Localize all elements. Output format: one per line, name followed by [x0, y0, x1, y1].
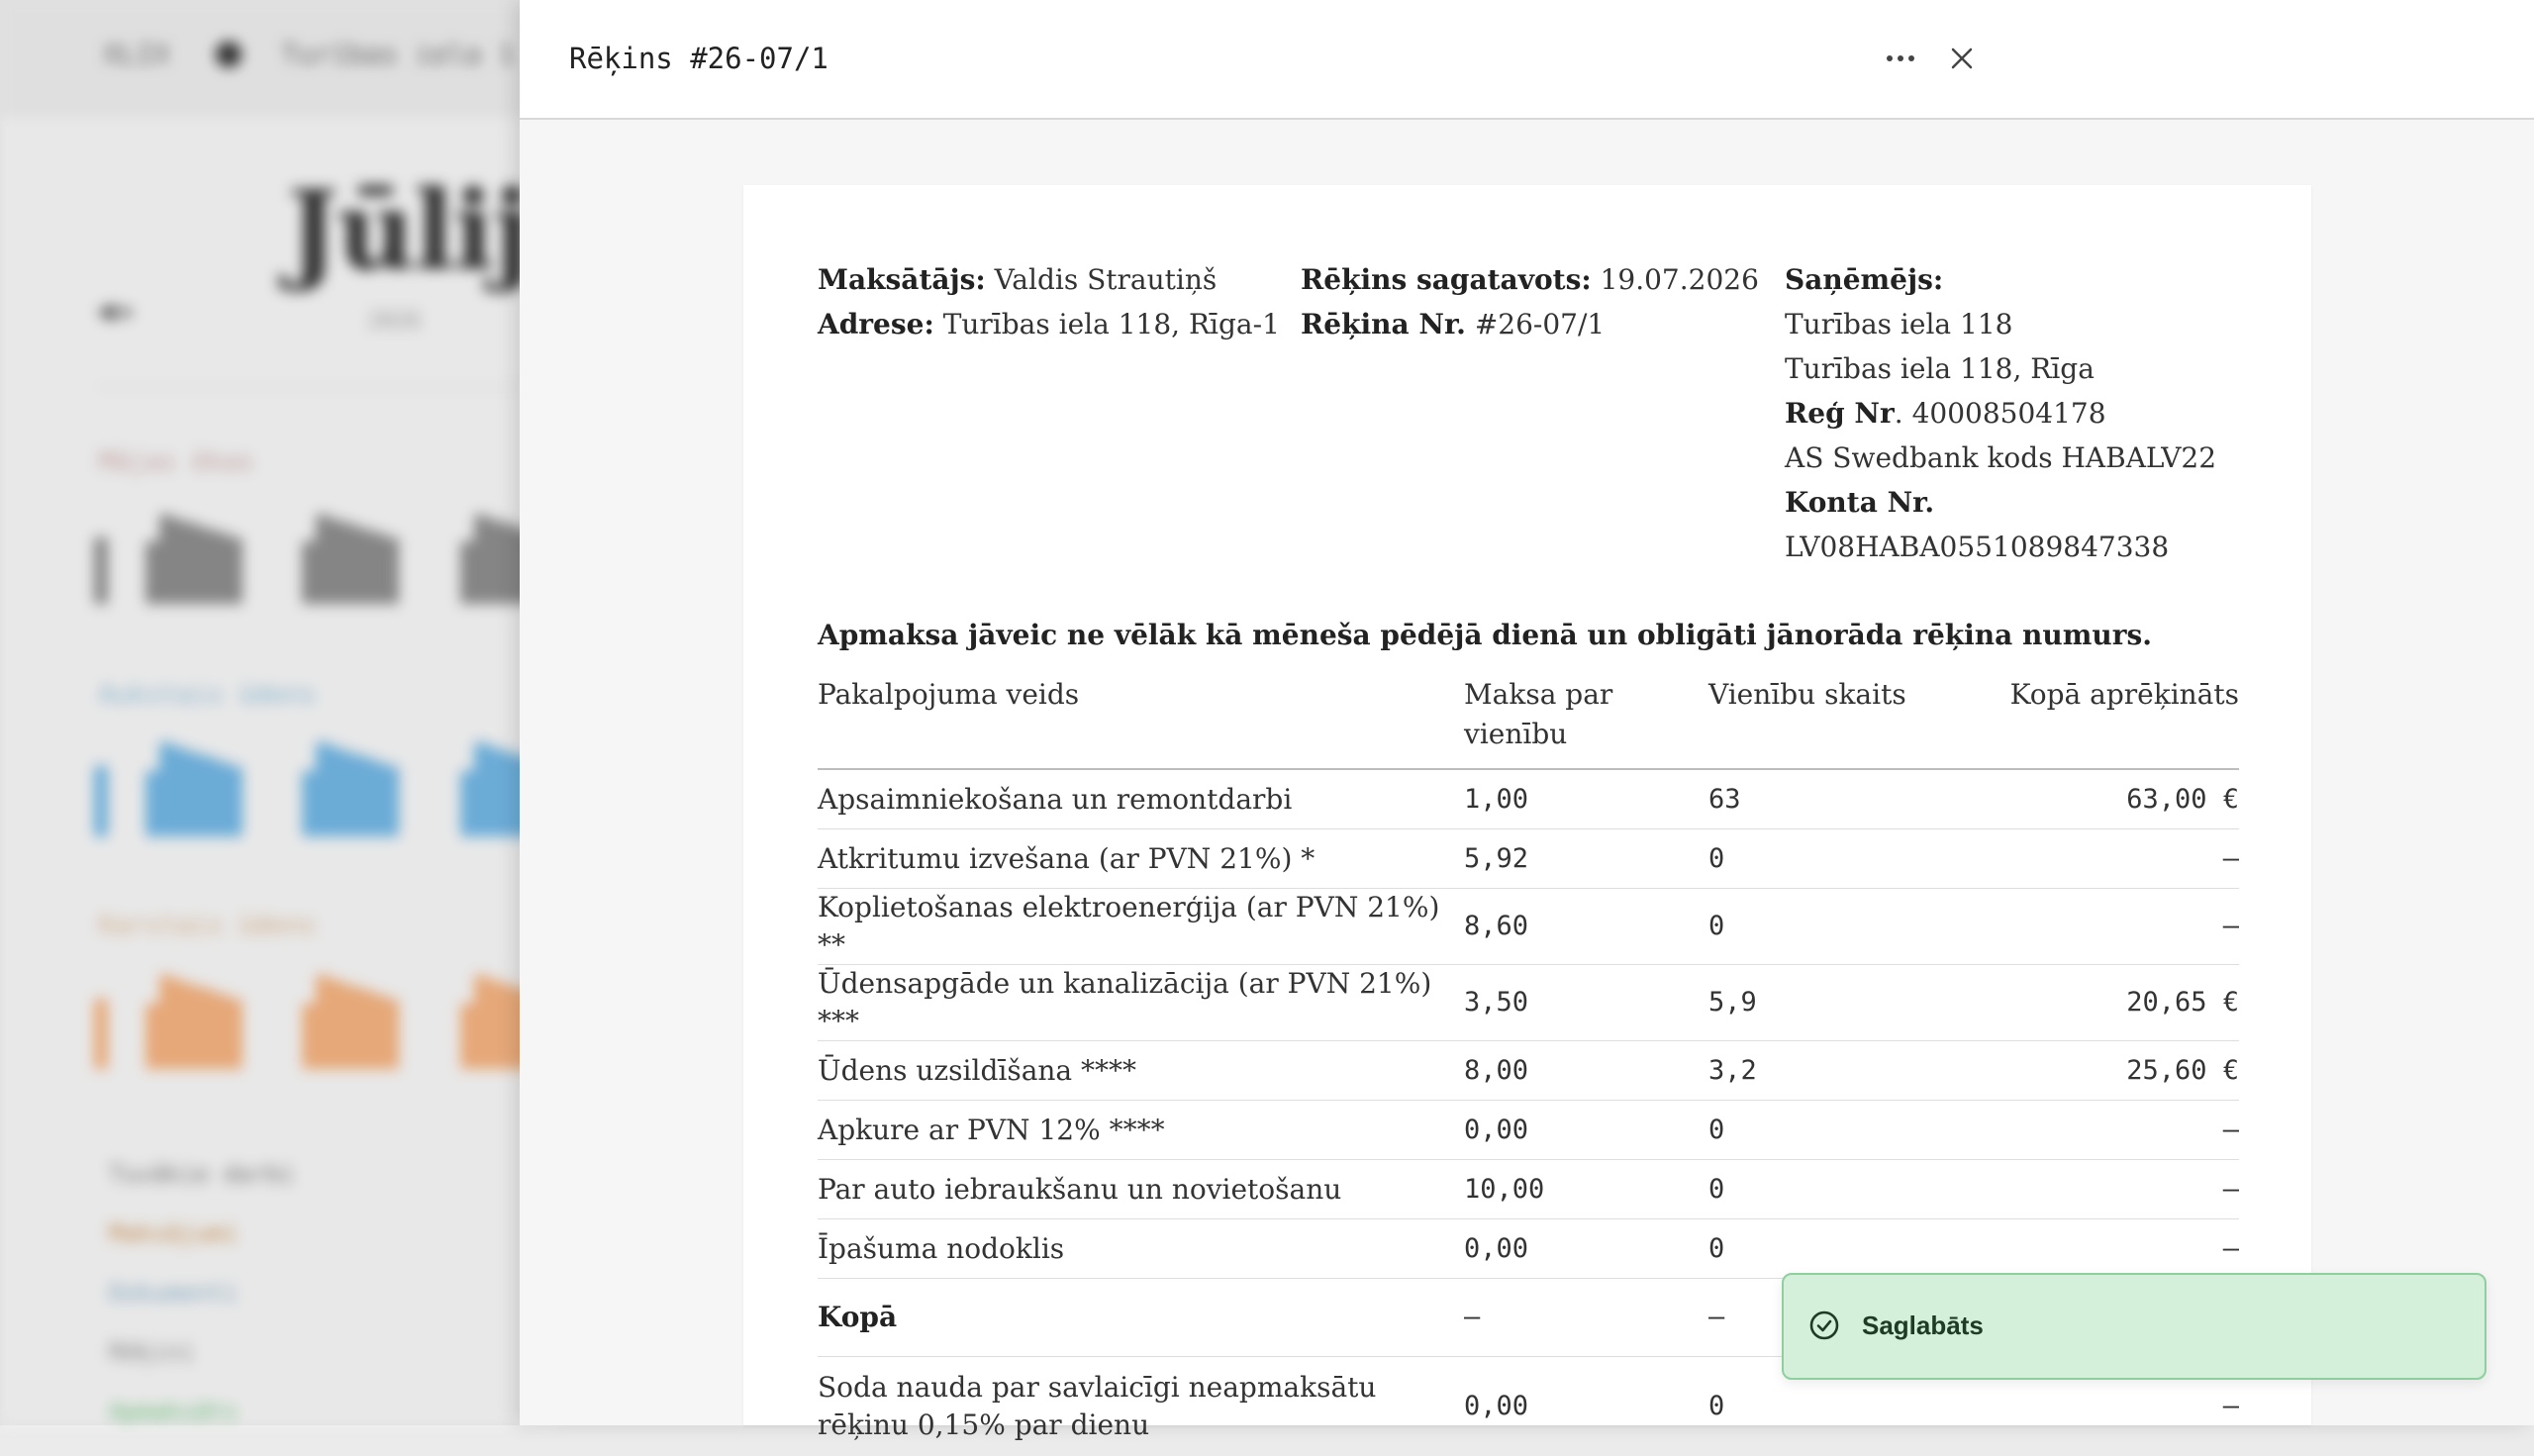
unit-price: 1,00 — [1464, 769, 1708, 829]
col-header-total: Kopā aprēķināts — [1966, 675, 2239, 769]
service-name: Koplietošanas elektroenerģija (ar PVN 21… — [818, 889, 1464, 965]
unit-price: 8,00 — [1464, 1041, 1708, 1101]
service-name: Apkure ar PVN 12% **** — [818, 1101, 1464, 1160]
invoice-document: Maksātājs: Valdis Strautiņš Adrese: Turī… — [743, 185, 2311, 1425]
invoice-number-value: #26-07/1 — [1475, 308, 1605, 340]
unit-price: 8,60 — [1464, 889, 1708, 965]
check-circle-icon — [1807, 1309, 1841, 1342]
payer-line: Maksātājs: Valdis Strautiņš — [818, 263, 1217, 296]
payer-label: Maksātājs: — [818, 263, 986, 296]
account-value: LV08HABA0551089847338 — [1785, 531, 2169, 563]
row-total: 20,65 € — [1966, 965, 2239, 1041]
panel-title: Rēķins #26-07/1 — [569, 42, 828, 75]
row-total: — — [1966, 1160, 2239, 1219]
payment-notice: Apmaksa jāveic ne vēlāk kā mēneša pēdējā… — [818, 619, 2152, 651]
payer-value: Valdis Strautiņš — [995, 263, 1218, 296]
total-unit-price: — — [1464, 1279, 1708, 1357]
service-name: Īpašuma nodoklis — [818, 1219, 1464, 1279]
table-row: Koplietošanas elektroenerģija (ar PVN 21… — [818, 889, 2239, 965]
more-options-button[interactable] — [1876, 34, 1925, 83]
recipient-line2: Turības iela 118, Rīga — [1785, 352, 2095, 385]
table-header-row: Pakalpojuma veids Maksa par vienību Vien… — [818, 675, 2239, 769]
recipient-line1: Turības iela 118 — [1785, 308, 2012, 340]
quantity: 0 — [1708, 829, 1966, 889]
unit-price: 3,50 — [1464, 965, 1708, 1041]
service-name: Par auto iebraukšanu un novietošanu — [818, 1160, 1464, 1219]
penalty-name: Soda nauda par savlaicīgi neapmaksātu rē… — [818, 1357, 1464, 1456]
row-total: — — [1966, 1101, 2239, 1160]
address-line: Adrese: Turības iela 118, Rīga-1 — [818, 308, 1280, 340]
account-label: Konta Nr. — [1785, 486, 1934, 519]
quantity: 0 — [1708, 1101, 1966, 1160]
saved-toast[interactable]: Saglabāts — [1782, 1273, 2486, 1380]
table-row: Ūdensapgāde un kanalizācija (ar PVN 21%)… — [818, 965, 2239, 1041]
unit-price: 0,00 — [1464, 1101, 1708, 1160]
bank-line: AS Swedbank kods HABALV22 — [1785, 441, 2216, 474]
account-label-line: Konta Nr. — [1785, 486, 1934, 519]
recipient-label: Saņēmējs: — [1785, 263, 1943, 296]
reg-number-line: Reģ Nr. 40008504178 — [1785, 397, 2106, 430]
row-total: 25,60 € — [1966, 1041, 2239, 1101]
total-label: Kopā — [818, 1279, 1464, 1357]
reg-number-value: . 40008504178 — [1895, 397, 2106, 430]
col-header-service: Pakalpojuma veids — [818, 675, 1464, 769]
more-horizontal-icon — [1886, 53, 1915, 63]
unit-price: 10,00 — [1464, 1160, 1708, 1219]
table-row: Par auto iebraukšanu un novietošanu 10,0… — [818, 1160, 2239, 1219]
service-name: Atkritumu izvešana (ar PVN 21%) * — [818, 829, 1464, 889]
row-total: — — [1966, 1219, 2239, 1279]
table-row: Ūdens uzsildīšana **** 8,00 3,2 25,60 € — [818, 1041, 2239, 1101]
service-name: Ūdensapgāde un kanalizācija (ar PVN 21%)… — [818, 965, 1464, 1041]
table-row: Apsaimniekošana un remontdarbi 1,00 63 6… — [818, 769, 2239, 829]
quantity: 0 — [1708, 1160, 1966, 1219]
invoice-number-line: Rēķina Nr. #26-07/1 — [1301, 308, 1605, 340]
row-total: 63,00 € — [1966, 769, 2239, 829]
service-name: Ūdens uzsildīšana **** — [818, 1041, 1464, 1101]
reg-number-label: Reģ Nr — [1785, 397, 1895, 430]
quantity: 0 — [1708, 889, 1966, 965]
prepared-value: 19.07.2026 — [1601, 263, 1759, 296]
unit-price: 0,00 — [1464, 1219, 1708, 1279]
quantity: 5,9 — [1708, 965, 1966, 1041]
penalty-unit-price: 0,00 — [1464, 1357, 1708, 1456]
toast-message: Saglabāts — [1862, 1310, 1984, 1341]
invoice-number-label: Rēķina Nr. — [1301, 308, 1466, 340]
table-row: Apkure ar PVN 12% **** 0,00 0 — — [818, 1101, 2239, 1160]
close-button[interactable] — [1937, 34, 1987, 83]
table-row: Īpašuma nodoklis 0,00 0 — — [818, 1219, 2239, 1279]
table-row: Atkritumu izvešana (ar PVN 21%) * 5,92 0… — [818, 829, 2239, 889]
row-total: — — [1966, 829, 2239, 889]
row-total: — — [1966, 889, 2239, 965]
address-label: Adrese: — [818, 308, 934, 340]
col-header-unit-price: Maksa par vienību — [1464, 675, 1708, 769]
unit-price: 5,92 — [1464, 829, 1708, 889]
address-value: Turības iela 118, Rīga-1 — [943, 308, 1280, 340]
prepared-line: Rēķins sagatavots: 19.07.2026 — [1301, 263, 1759, 296]
quantity: 0 — [1708, 1219, 1966, 1279]
recipient-label-line: Saņēmējs: — [1785, 263, 1943, 296]
close-icon — [1950, 47, 1974, 70]
quantity: 3,2 — [1708, 1041, 1966, 1101]
panel-header: Rēķins #26-07/1 — [520, 0, 2534, 120]
prepared-label: Rēķins sagatavots: — [1301, 263, 1592, 296]
service-name: Apsaimniekošana un remontdarbi — [818, 769, 1464, 829]
col-header-quantity: Vienību skaits — [1708, 675, 1966, 769]
quantity: 63 — [1708, 769, 1966, 829]
